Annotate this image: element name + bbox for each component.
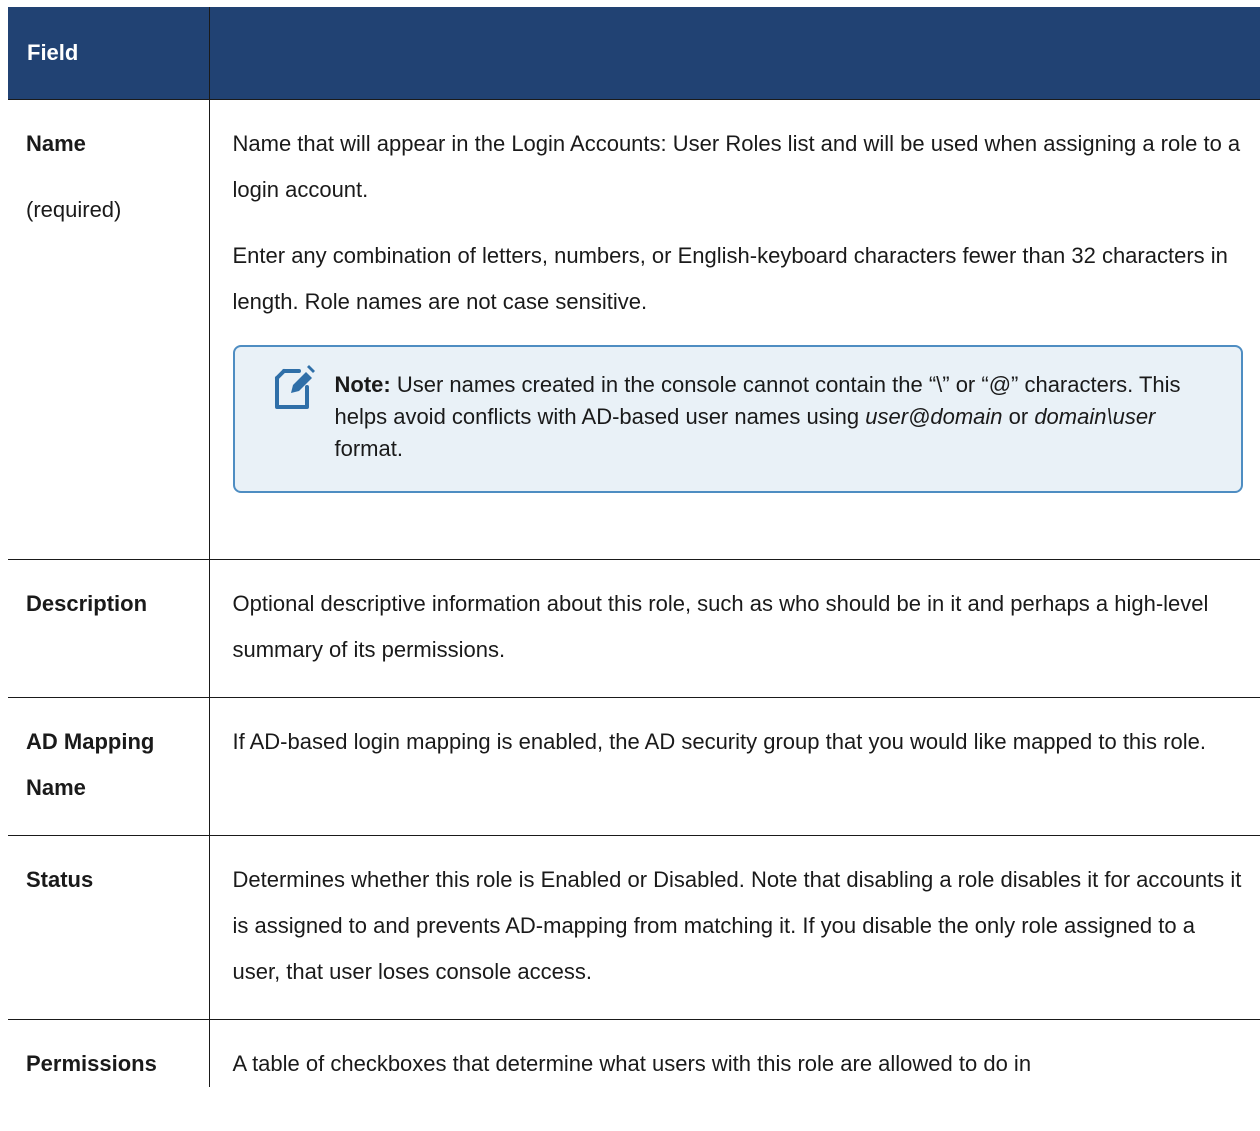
note-label: Note: [334,372,391,397]
note-text: format. [334,436,403,461]
paragraph: A table of checkboxes that determine wha… [232,1051,1032,1076]
paragraph: Determines whether this role is Enabled … [232,867,1242,984]
note-text: or [1002,404,1035,429]
paragraph: Name that will appear in the Login Accou… [232,131,1241,202]
description-cell: Name that will appear in the Login Accou… [208,99,1260,560]
description-cell: Optional descriptive information about t… [208,559,1260,698]
field-cell: Status [8,835,210,1020]
field-name: Name [26,131,86,156]
note-italic-domain-user: domain\user [1034,404,1156,429]
field-name: Status [26,867,94,892]
field-name: Description [26,591,148,616]
table-row-status: Status Determines whether this role is E… [8,835,1260,1020]
table-header-row: Field [8,7,1260,100]
paragraph: Optional descriptive information about t… [232,591,1209,662]
header-field: Field [8,7,210,100]
header-description [208,7,1260,100]
table-row-description: Description Optional descriptive informa… [8,559,1260,698]
table-row-ad-mapping-name: AD Mapping Name If AD-based login mappin… [8,697,1260,836]
paragraph: If AD-based login mapping is enabled, th… [232,729,1206,754]
field-required: (required) [26,197,122,222]
fields-table: Field Name (required) Name that will app… [8,7,1260,1087]
note-italic-user-domain: user@domain [865,404,1003,429]
paragraph: Enter any combination of letters, number… [232,243,1228,314]
description-cell: A table of checkboxes that determine wha… [208,1019,1260,1087]
field-name: AD Mapping Name [26,729,155,800]
table-row-permissions: Permissions A table of checkboxes that d… [8,1019,1260,1087]
description-cell: If AD-based login mapping is enabled, th… [208,697,1260,836]
field-name: Permissions [26,1051,157,1076]
description-cell: Determines whether this role is Enabled … [208,835,1260,1020]
table-row-name: Name (required) Name that will appear in… [8,99,1260,560]
field-cell: Permissions [8,1019,210,1087]
note-box: Note: User names created in the console … [232,345,1243,493]
field-cell: Description [8,559,210,698]
note-icon [274,365,315,409]
field-cell: Name (required) [8,99,210,560]
field-cell: AD Mapping Name [8,697,210,836]
